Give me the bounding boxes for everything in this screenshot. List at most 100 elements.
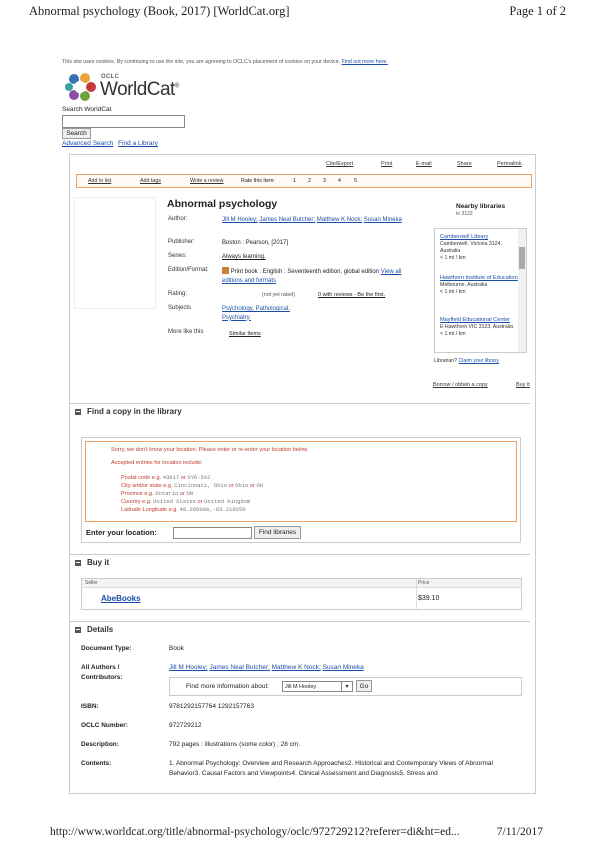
contents-label: Contents: [81,760,112,767]
doc-type-value: Book [169,645,184,652]
example-postal: Postal code e.g. 43017 or SY6-5X2 [121,474,211,481]
publisher-value: Boston : Pearson, [2017] [222,240,289,246]
buy-it-link[interactable]: Buy it [516,382,530,388]
worldcat-logo[interactable]: OCLC WorldCat® [64,70,179,104]
author-link[interactable]: James Neal Butcher; [259,217,315,223]
edition-value: Print book : English : Seventeenth editi… [222,267,402,284]
library-link[interactable]: Mayfield Educational Center [440,317,518,324]
isbn-label: ISBN: [81,703,99,710]
collapse-icon[interactable] [75,559,81,566]
claim-library-link[interactable]: Claim your library [459,358,499,364]
nearby-subtitle: to 3122 [456,211,473,217]
action-bar: Add to list Add tags Write a review Rate… [76,174,532,188]
collapse-icon[interactable] [75,408,81,415]
author-select[interactable]: Jill M Hooley ▾ [282,681,353,692]
example-country: Country e.g. United States or United Kin… [121,498,251,505]
seller-link[interactable]: AbeBooks [101,594,141,603]
author-list: Jill M Hooley; James Neal Butcher; Matth… [222,216,427,225]
details-header[interactable]: Details [70,621,530,637]
buy-it-header[interactable]: Buy it [70,554,530,570]
book-format-icon [222,267,229,274]
details-authors: Jill M Hooley; James Neal Butcher; Matth… [169,663,364,673]
share-link[interactable]: Share [457,161,497,167]
go-button[interactable]: Go [356,680,372,692]
logo-worldcat: WorldCat® [100,79,179,100]
find-copy-header[interactable]: Find a copy in the library [70,403,530,419]
series-link[interactable]: Always learning. [222,253,266,262]
warning-text: Sorry, we don't know your location. Plea… [111,447,309,453]
borrow-link[interactable]: Borrow / obtain a copy [433,382,488,388]
author-link[interactable]: Jill M Hooley; [222,217,258,223]
add-tags-link[interactable]: Add tags [140,178,161,184]
record-title: Abnormal psychology [167,198,278,210]
cite-export-link[interactable]: Cite/Export [326,161,381,167]
price-column-header: Price [418,580,430,586]
rate-label: Rate this item: [241,178,275,184]
cookie-text: This site uses cookies. By continuing to… [62,59,341,65]
author-link[interactable]: James Neal Butcher; [209,664,269,671]
doc-type-label: Document Type: [81,645,132,652]
print-link[interactable]: Print [381,161,416,167]
library-item: Mayfield Educational Center E Hawthorn V… [440,317,518,338]
buy-it-title: Buy it [87,558,110,567]
nearby-title: Nearby libraries [456,203,506,210]
print-footer: http://www.worldcat.org/title/abnormal-p… [50,826,543,838]
seller-table [81,578,522,610]
author-link[interactable]: Jill M Hooley; [169,664,208,671]
print-title: Abnormal psychology (Book, 2017) [WorldC… [29,3,290,18]
rating-3[interactable]: 3 [323,178,326,184]
advanced-search-link[interactable]: Advanced Search [62,140,113,147]
rating-label: Rating: [168,291,188,297]
cookie-link[interactable]: Find out more here. [342,59,388,65]
librarian-line: Librarian? Claim your library [434,358,499,364]
location-input[interactable] [173,527,252,539]
add-to-list-link[interactable]: Add to list [88,178,111,184]
accepted-text: Accepted entries for location include: [111,460,203,466]
subjects-list: Psychology, Pathological. Psychiatry. [222,305,290,322]
author-link[interactable]: Susan Mineka [323,664,364,671]
collapse-icon[interactable] [75,626,81,633]
edition-label: Edition/Format: [168,267,209,273]
author-link[interactable]: Matthew K Nock; [272,664,321,671]
search-input[interactable] [62,115,185,128]
find-library-link[interactable]: Find a Library [118,140,158,147]
rating-1[interactable]: 1 [293,178,296,184]
nearby-scrollbar[interactable] [518,229,526,352]
more-info-label: Find more information about: [186,683,270,690]
subject-link[interactable]: Psychiatry. [222,314,290,323]
subject-link[interactable]: Psychology, Pathological. [222,305,290,314]
example-city: City and/or state e.g. Cincinnati, Ohio … [121,482,264,489]
library-link[interactable]: Camberwell Library [440,234,518,241]
rating-2[interactable]: 2 [308,178,311,184]
search-button[interactable]: Search [62,128,91,139]
search-links: Advanced Search Find a Library [62,140,161,147]
nearby-list[interactable]: Camberwell Library Camberwell, Victoria … [434,228,527,353]
author-link[interactable]: Matthew K Nock; [317,217,362,223]
author-label: Author: [168,216,188,222]
rating-5[interactable]: 5 [354,178,357,184]
series-label: Series: [168,253,187,259]
subjects-label: Subjects [168,305,192,311]
more-like-label: More like this [168,329,204,335]
seller-price: $39.10 [418,595,440,602]
print-url: http://www.worldcat.org/title/abnormal-p… [50,826,460,838]
seller-column-header: Seller [85,580,98,586]
reviews-link[interactable]: 0 with reviews - Be the first. [318,291,385,300]
record-toolbar: Cite/Export Print E-mail Share Permalink [326,161,521,167]
find-copy-title: Find a copy in the library [87,407,182,416]
find-libraries-button[interactable]: Find libraries [254,526,301,539]
library-link[interactable]: Hawthorn Institute of Education [440,275,518,282]
oclc-value: 972729212 [169,722,202,729]
worldcat-globe-icon [65,73,96,101]
oclc-label: OCLC Number: [81,722,128,729]
author-link[interactable]: Susan Mineka [364,217,402,223]
similar-items-link[interactable]: Similar Items [229,330,261,339]
isbn-value: 9781292157764 1292157763 [169,703,254,710]
permalink-link[interactable]: Permalink [497,161,521,167]
rating-4[interactable]: 4 [338,178,341,184]
print-header: Abnormal psychology (Book, 2017) [WorldC… [29,2,566,20]
rating-value: (not yet rated) [262,292,295,298]
description-value: 792 pages : illustrations (some color) ;… [169,741,301,748]
email-link[interactable]: E-mail [416,161,457,167]
write-review-link[interactable]: Write a review [190,178,223,184]
